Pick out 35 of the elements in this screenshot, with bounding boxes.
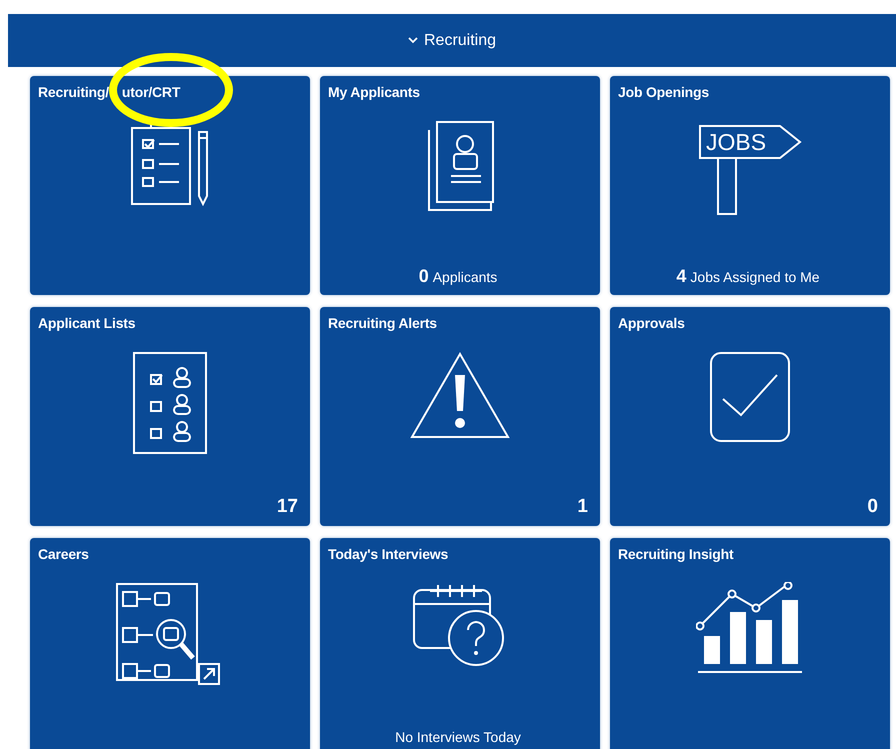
tile-title: Recruiting/ bbox=[38, 84, 109, 100]
tile-count-label: Applicants bbox=[432, 269, 498, 285]
tile[interactable]: Recruiting Insight bbox=[610, 538, 890, 749]
tile-title: Recruiting Alerts bbox=[328, 315, 437, 331]
tile-count-label: Jobs Assigned to Me bbox=[690, 269, 820, 285]
tile[interactable]: Applicant Lists 17 bbox=[30, 307, 310, 526]
tile-title: Recruiting Insight bbox=[618, 546, 734, 562]
tile-count: 4 bbox=[676, 266, 686, 287]
tile-title: Applicant Lists bbox=[38, 315, 136, 331]
tile-count: 1 bbox=[577, 496, 588, 518]
applicant-document-icon bbox=[425, 120, 495, 212]
tile-title: Today's Interviews bbox=[328, 546, 448, 562]
tile[interactable]: Recruiting/ utor/CRT bbox=[30, 76, 310, 295]
checkmark-icon bbox=[709, 351, 791, 443]
bar-chart-icon bbox=[696, 582, 804, 674]
tile[interactable]: Recruiting Alerts 1 bbox=[320, 307, 600, 526]
warning-icon bbox=[409, 351, 511, 441]
tile-count: 0 bbox=[867, 496, 878, 518]
tile-title: Approvals bbox=[618, 315, 685, 331]
tile[interactable]: Job Openings JOBS 4 Jobs Assigned to Me bbox=[610, 76, 890, 295]
sign-text: JOBS bbox=[706, 129, 766, 155]
tile-title: Careers bbox=[38, 546, 89, 562]
tile-title: Job Openings bbox=[618, 84, 709, 100]
tile[interactable]: My Applicants 0 Applicants bbox=[320, 76, 600, 295]
section-header[interactable]: Recruiting bbox=[8, 14, 896, 67]
tile-count: 17 bbox=[276, 496, 298, 518]
tile-title: utor/CRT bbox=[122, 84, 180, 100]
tile[interactable]: Approvals 0 bbox=[610, 307, 890, 526]
tile-title: My Applicants bbox=[328, 84, 420, 100]
tile[interactable]: Today's Interviews No Interviews Today bbox=[320, 538, 600, 749]
tile-status-text: No Interviews Today bbox=[395, 729, 521, 745]
tile[interactable]: Careers bbox=[30, 538, 310, 749]
applicant-list-icon bbox=[132, 351, 208, 455]
chevron-down-icon bbox=[408, 37, 418, 44]
tile-count: 0 bbox=[418, 266, 429, 287]
